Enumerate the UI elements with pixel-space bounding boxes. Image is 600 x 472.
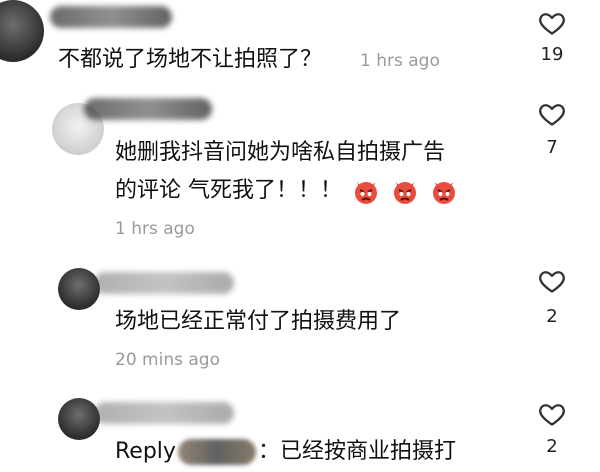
username-redacted[interactable]: [94, 272, 234, 294]
heart-outline-icon[interactable]: [537, 267, 567, 295]
comment-timestamp: 20 mins ago: [115, 350, 220, 370]
username-redacted[interactable]: [94, 402, 234, 424]
username-redacted[interactable]: [84, 98, 212, 120]
angry-devil-emoji: [394, 182, 416, 204]
comment-timestamp: 1 hrs ago: [115, 219, 195, 239]
like-count: 7: [546, 137, 558, 158]
reply-link[interactable]: Reply: [115, 439, 176, 464]
avatar[interactable]: [58, 268, 100, 310]
comment-text-line-1: 她删我抖音问她为啥私自拍摄广告: [115, 140, 446, 165]
comment-item: 不都说了场地不让拍照了？ 1 hrs ago 19: [0, 0, 600, 95]
angry-devil-emoji: [433, 182, 455, 204]
like-count: 2: [546, 306, 558, 327]
angry-devil-emoji: [355, 182, 377, 204]
mentioned-user-redacted[interactable]: [177, 439, 256, 465]
comment-text: 场地已经正常付了拍摄费用了: [115, 309, 402, 334]
avatar[interactable]: [0, 0, 44, 62]
comment-item: 她删我抖音问她为啥私自拍摄广告 的评论 气死我了！！！ 1 hrs ago 7: [0, 95, 600, 250]
heart-outline-icon[interactable]: [537, 400, 567, 428]
like-count: 2: [546, 436, 558, 457]
avatar[interactable]: [58, 398, 100, 440]
reply-text: Reply ：已经按商业拍摄打: [115, 436, 456, 468]
comment-text: ：已经按商业拍摄打: [257, 439, 456, 464]
comment-text: 不都说了场地不让拍照了？: [58, 47, 323, 72]
heart-outline-icon[interactable]: [537, 9, 567, 37]
comment-item: 场地已经正常付了拍摄费用了 20 mins ago 2: [0, 262, 600, 387]
like-count: 19: [540, 44, 564, 65]
heart-outline-icon[interactable]: [537, 100, 567, 128]
comment-item: Reply ：已经按商业拍摄打 2: [0, 392, 600, 472]
comment-timestamp: 1 hrs ago: [360, 51, 440, 71]
comment-text: 的评论 气死我了！！！: [115, 178, 342, 203]
username-redacted[interactable]: [50, 6, 172, 28]
comment-text-line-2: 的评论 气死我了！！！: [115, 175, 459, 207]
